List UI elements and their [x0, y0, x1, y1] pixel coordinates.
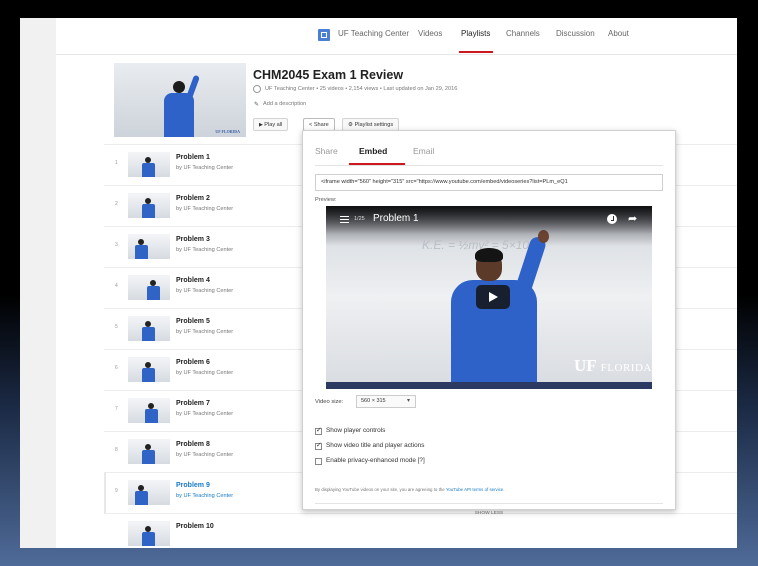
video-thumbnail[interactable]	[128, 234, 170, 259]
uf-logo: UF FLORIDA	[574, 356, 652, 375]
divider	[315, 503, 663, 504]
playlist-title: CHM2045 Exam 1 Review	[253, 68, 404, 82]
divider	[315, 165, 663, 166]
show-title-label[interactable]: Show video title and player actions	[326, 442, 424, 449]
settings-icon: ⚙	[348, 122, 355, 128]
active-tab-indicator	[459, 51, 493, 53]
video-title[interactable]: Problem 1	[176, 154, 210, 161]
left-sidebar	[20, 18, 56, 548]
privacy-mode-label[interactable]: Enable privacy-enhanced mode [?]	[326, 457, 425, 464]
video-bottom-strip	[326, 382, 652, 389]
tab-about[interactable]: About	[608, 29, 629, 38]
channel-nav: UF Teaching Center Videos Playlists Chan…	[56, 18, 737, 55]
embed-code-field[interactable]: <iframe width="560" height="315" src="ht…	[315, 174, 663, 191]
video-channel[interactable]: by UF Teaching Center	[176, 206, 233, 212]
video-thumbnail[interactable]	[128, 316, 170, 341]
tab-channels[interactable]: Channels	[506, 29, 540, 38]
video-title[interactable]: Problem 10	[176, 523, 214, 530]
video-title[interactable]: Problem 7	[176, 400, 210, 407]
video-title[interactable]: Problem 6	[176, 359, 210, 366]
video-thumbnail[interactable]	[128, 275, 170, 300]
channel-logo-icon[interactable]	[318, 29, 330, 41]
video-channel[interactable]: by UF Teaching Center	[176, 493, 233, 499]
show-controls-label[interactable]: Show player controls	[326, 427, 385, 434]
video-title[interactable]: Problem 2	[176, 195, 210, 202]
video-channel[interactable]: by UF Teaching Center	[176, 165, 233, 171]
video-thumbnail[interactable]	[128, 152, 170, 177]
video-size-label: Video size:	[315, 399, 344, 405]
video-title[interactable]: Problem 5	[176, 318, 210, 325]
terms-notice: By displaying YouTube videos on your sit…	[315, 487, 505, 492]
tab-share[interactable]: Share	[315, 146, 338, 156]
video-channel[interactable]: by UF Teaching Center	[176, 452, 233, 458]
playlist-thumbnail[interactable]: UF FLORIDA	[114, 63, 246, 137]
tab-discussion[interactable]: Discussion	[556, 29, 595, 38]
video-channel[interactable]: by UF Teaching Center	[176, 370, 233, 376]
video-thumbnail[interactable]	[128, 480, 170, 505]
tab-videos[interactable]: Videos	[418, 29, 442, 38]
tab-email[interactable]: Email	[413, 146, 434, 156]
show-title-checkbox[interactable]	[315, 441, 322, 450]
embed-preview-player[interactable]: K.E. = ½mv² = 5×10⁻¹⁹ UF FLORIDA 1/25 Pr…	[326, 206, 652, 389]
presenter-hair	[475, 248, 503, 262]
show-less-button[interactable]: SHOW LESS	[303, 511, 675, 516]
video-title[interactable]: Problem 4	[176, 277, 210, 284]
video-channel[interactable]: by UF Teaching Center	[176, 247, 233, 253]
share-arrow-icon[interactable]: ➦	[628, 212, 637, 225]
player-video-title[interactable]: Problem 1	[373, 213, 419, 224]
share-popup: Share Embed Email <iframe width="560" he…	[302, 130, 676, 516]
play-all-button[interactable]: ▶ Play all	[253, 118, 289, 131]
video-thumbnail[interactable]	[128, 398, 170, 423]
video-size-select[interactable]: 560 × 315	[356, 395, 416, 408]
video-thumbnail[interactable]	[128, 357, 170, 382]
video-channel[interactable]: by UF Teaching Center	[176, 329, 233, 335]
video-title[interactable]: Problem 8	[176, 441, 210, 448]
video-channel[interactable]: by UF Teaching Center	[176, 288, 233, 294]
video-title[interactable]: Problem 9	[176, 482, 210, 489]
playlist-meta: UF Teaching Center • 25 videos • 2,154 v…	[265, 86, 458, 92]
video-title[interactable]: Problem 3	[176, 236, 210, 243]
privacy-mode-checkbox[interactable]	[315, 458, 322, 465]
playlist-menu-icon[interactable]	[340, 216, 349, 223]
channel-name-link[interactable]: UF Teaching Center	[338, 29, 409, 38]
pencil-icon: ✎	[254, 102, 260, 108]
play-button-icon[interactable]	[476, 285, 510, 309]
thumb-uf-badge: UF FLORIDA	[215, 129, 240, 134]
video-thumbnail[interactable]	[128, 439, 170, 464]
watch-later-icon[interactable]	[607, 214, 617, 224]
tab-embed[interactable]: Embed	[359, 146, 387, 156]
video-channel[interactable]: by UF Teaching Center	[176, 411, 233, 417]
video-thumbnail[interactable]	[128, 193, 170, 218]
playlist-position: 1/25	[354, 216, 365, 222]
list-item[interactable]: Problem 10	[104, 513, 737, 548]
video-thumbnail[interactable]	[128, 521, 170, 546]
browser-screenshot: UF Teaching Center Videos Playlists Chan…	[20, 18, 737, 548]
show-controls-checkbox[interactable]	[315, 426, 322, 435]
tab-playlists[interactable]: Playlists	[461, 29, 490, 38]
add-description-link[interactable]: Add a description	[263, 101, 306, 107]
terms-link[interactable]: YouTube API terms of service	[446, 487, 504, 492]
preview-label: Preview:	[315, 197, 337, 203]
globe-icon	[253, 85, 261, 93]
